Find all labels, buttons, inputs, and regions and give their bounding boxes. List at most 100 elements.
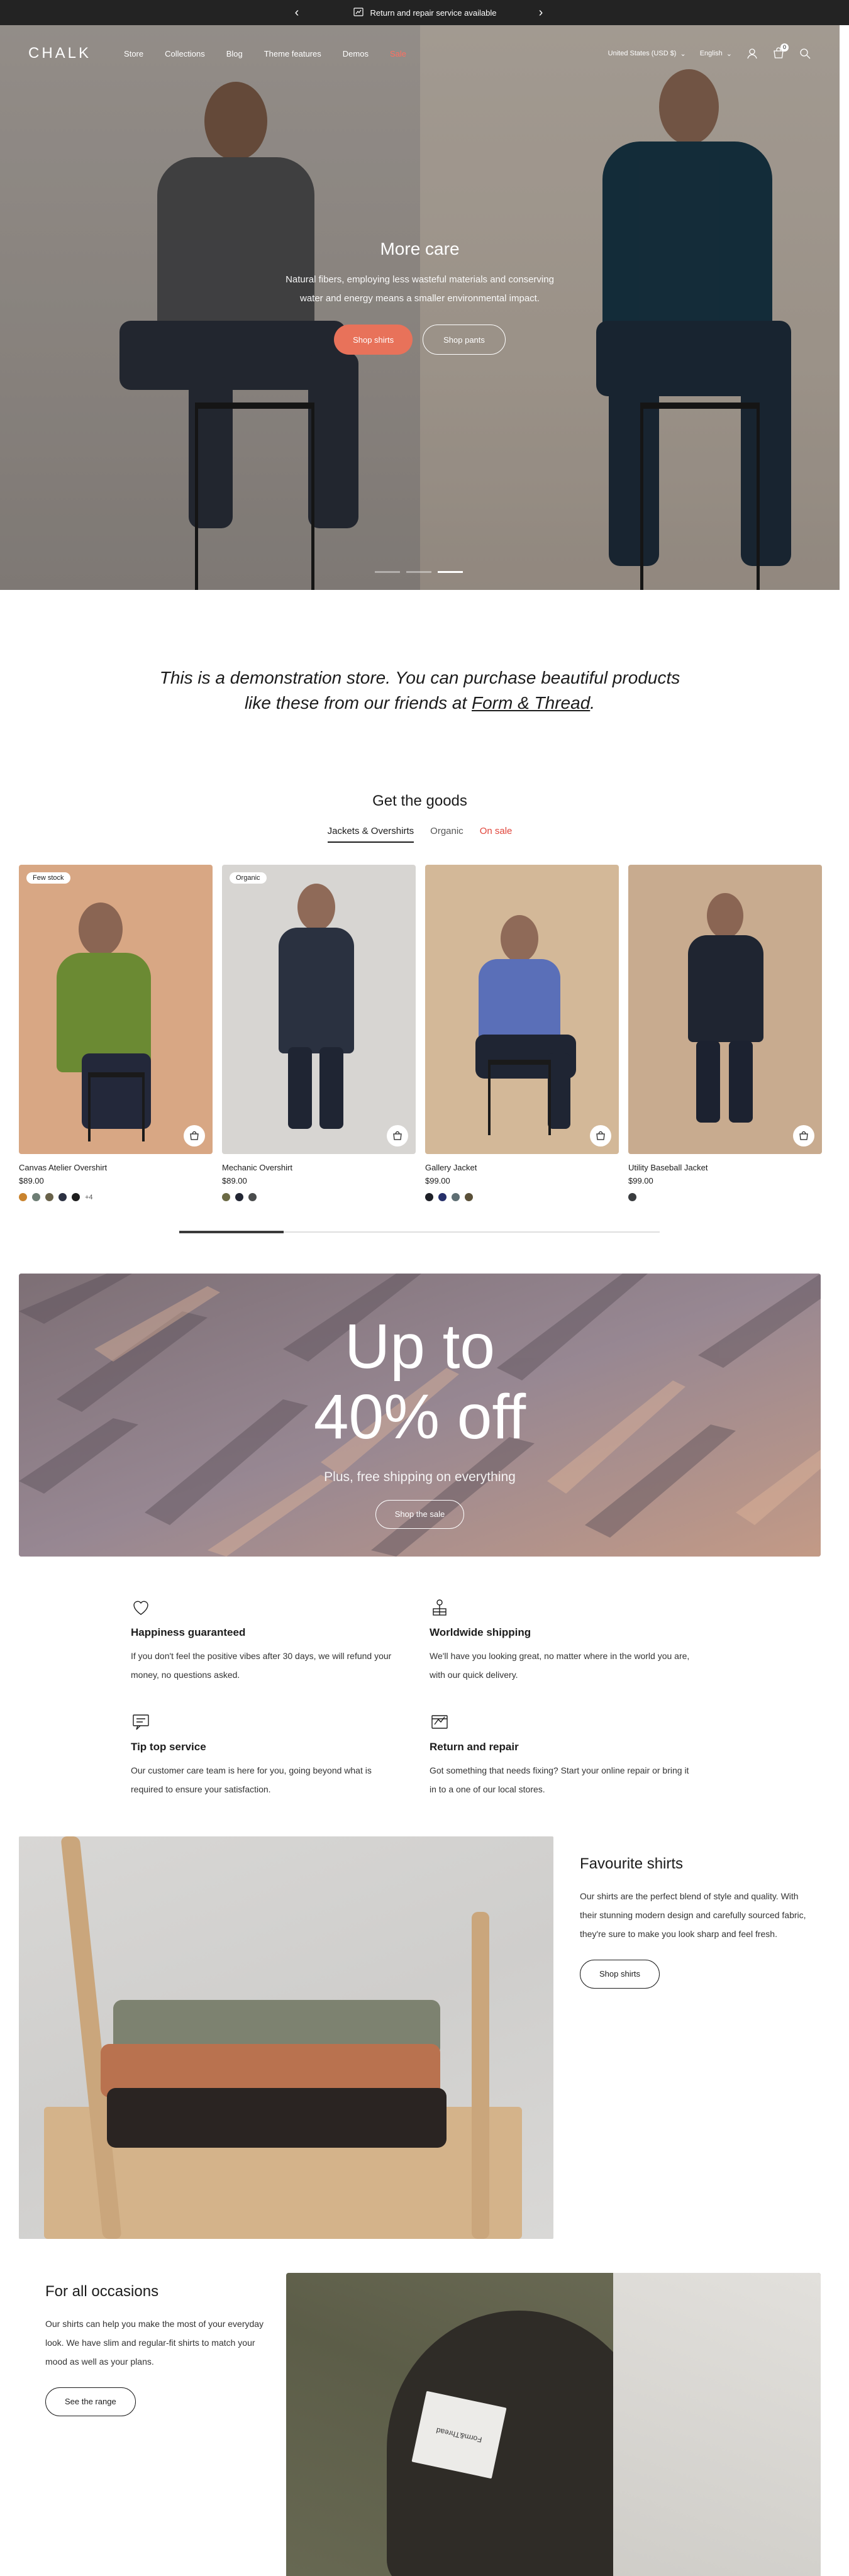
site-header: CHALK Store Collections Blog Theme featu… xyxy=(0,25,840,82)
tab-jackets-overshirts[interactable]: Jackets & Overshirts xyxy=(327,826,414,843)
nav-item-store[interactable]: Store xyxy=(124,49,143,58)
goods-tabs: Jackets & Overshirts Organic On sale xyxy=(0,826,840,843)
color-swatches xyxy=(222,1193,416,1201)
product-badge: Organic xyxy=(230,872,267,884)
announcement-content[interactable]: Return and repair service available xyxy=(353,6,497,19)
feature-title: Return and repair xyxy=(430,1741,519,1753)
hero-slideshow: More care Natural fibers, employing less… xyxy=(0,25,840,590)
hero-title: More care xyxy=(380,239,460,258)
garment-label-text: Form&Thread xyxy=(435,2425,483,2445)
cart-count: 0 xyxy=(780,43,789,52)
search-icon[interactable] xyxy=(799,47,811,60)
product-price: $89.00 xyxy=(19,1176,44,1185)
product-image[interactable] xyxy=(425,865,619,1154)
product-card[interactable]: Utility Baseball Jacket $99.00 xyxy=(628,865,822,1201)
product-price: $89.00 xyxy=(222,1176,247,1185)
color-swatch[interactable] xyxy=(72,1193,80,1201)
color-swatch[interactable] xyxy=(222,1193,230,1201)
demo-notice-text: This is a demonstration store. You can p… xyxy=(159,668,680,713)
occasions-title: For all occasions xyxy=(45,2283,159,2300)
color-swatch[interactable] xyxy=(425,1193,433,1201)
chevron-down-icon: ⌄ xyxy=(726,50,732,58)
language-label: English xyxy=(699,50,723,57)
hero-content: More care Natural fibers, employing less… xyxy=(277,239,563,355)
product-badge: Few stock xyxy=(26,872,70,884)
color-swatch[interactable] xyxy=(628,1193,636,1201)
promo-headline-line1: Up to xyxy=(344,1311,495,1382)
site-logo[interactable]: CHALK xyxy=(28,45,91,62)
slide-dot-1[interactable] xyxy=(375,571,400,573)
slide-dot-3[interactable] xyxy=(438,571,463,573)
repair-icon xyxy=(430,1712,450,1732)
carousel-scrollbar-thumb[interactable] xyxy=(179,1231,284,1233)
favourite-shop-shirts-button[interactable]: Shop shirts xyxy=(580,1960,660,1989)
quick-add-button[interactable] xyxy=(793,1125,814,1146)
feature-item: Happiness guaranteed If you don't feel t… xyxy=(131,1597,395,1684)
nav-item-theme-features[interactable]: Theme features xyxy=(264,49,321,58)
sale-promo-banner: Up to 40% off Plus, free shipping on eve… xyxy=(19,1274,821,1557)
nav-item-blog[interactable]: Blog xyxy=(226,49,243,58)
promo-headline-line2: 40% off xyxy=(313,1382,526,1452)
heart-icon xyxy=(131,1597,151,1618)
feature-text: We'll have you looking great, no matter … xyxy=(430,1651,690,1680)
shipping-icon xyxy=(430,1597,450,1618)
announcement-prev-button[interactable]: ‹ xyxy=(289,5,304,20)
shop-pants-button[interactable]: Shop pants xyxy=(423,325,506,355)
country-selector[interactable]: United States (USD $) ⌄ xyxy=(608,50,686,58)
chevron-down-icon: ⌄ xyxy=(680,50,686,58)
quick-add-button[interactable] xyxy=(184,1125,205,1146)
country-label: United States (USD $) xyxy=(608,50,677,57)
see-range-button[interactable]: See the range xyxy=(45,2387,136,2416)
more-colors-count[interactable]: +4 xyxy=(85,1194,93,1201)
language-selector[interactable]: English ⌄ xyxy=(700,50,732,58)
shop-shirts-button[interactable]: Shop shirts xyxy=(334,325,413,355)
bag-icon xyxy=(799,1131,808,1140)
product-name[interactable]: Gallery Jacket xyxy=(425,1163,619,1172)
bag-icon xyxy=(393,1131,402,1140)
product-name[interactable]: Canvas Atelier Overshirt xyxy=(19,1163,213,1172)
announcement-next-button[interactable]: › xyxy=(533,5,548,20)
tab-on-sale[interactable]: On sale xyxy=(480,826,513,843)
color-swatch[interactable] xyxy=(58,1193,67,1201)
occasions-copy: For all occasions Our shirts can help yo… xyxy=(45,2283,272,2416)
color-swatch[interactable] xyxy=(235,1193,243,1201)
cart-icon[interactable]: 0 xyxy=(772,43,789,60)
product-card[interactable]: Organic Mechanic Overshirt $89.00 xyxy=(222,865,416,1201)
color-swatch[interactable] xyxy=(32,1193,40,1201)
product-price: $99.00 xyxy=(425,1176,450,1185)
nav-item-sale[interactable]: Sale xyxy=(390,49,406,58)
promo-subtext: Plus, free shipping on everything xyxy=(324,1470,516,1484)
announcement-text: Return and repair service available xyxy=(370,8,497,18)
account-icon[interactable] xyxy=(746,47,758,60)
color-swatch[interactable] xyxy=(438,1193,447,1201)
color-swatches: +4 xyxy=(19,1193,213,1201)
product-name[interactable]: Mechanic Overshirt xyxy=(222,1163,416,1172)
product-image[interactable] xyxy=(628,865,822,1154)
feature-text: Our customer care team is here for you, … xyxy=(131,1765,372,1794)
feature-title: Worldwide shipping xyxy=(430,1626,531,1638)
nav-item-collections[interactable]: Collections xyxy=(165,49,205,58)
product-image[interactable]: Organic xyxy=(222,865,416,1154)
main-nav: Store Collections Blog Theme features De… xyxy=(124,49,406,58)
color-swatch[interactable] xyxy=(465,1193,473,1201)
product-card[interactable]: Few stock Canvas Atelier Overshirt $89.0… xyxy=(19,865,213,1201)
shop-sale-button[interactable]: Shop the sale xyxy=(375,1500,465,1529)
product-price: $99.00 xyxy=(628,1176,653,1185)
tab-organic[interactable]: Organic xyxy=(430,826,463,843)
product-card[interactable]: Gallery Jacket $99.00 xyxy=(425,865,619,1201)
quick-add-button[interactable] xyxy=(590,1125,611,1146)
carousel-scrollbar[interactable] xyxy=(179,1231,660,1233)
color-swatch[interactable] xyxy=(452,1193,460,1201)
color-swatch[interactable] xyxy=(248,1193,257,1201)
form-thread-link[interactable]: Form & Thread xyxy=(472,693,590,713)
quick-add-button[interactable] xyxy=(387,1125,408,1146)
product-name[interactable]: Utility Baseball Jacket xyxy=(628,1163,822,1172)
nav-item-demos[interactable]: Demos xyxy=(343,49,369,58)
color-swatch[interactable] xyxy=(19,1193,27,1201)
color-swatch[interactable] xyxy=(45,1193,53,1201)
product-carousel: Few stock Canvas Atelier Overshirt $89.0… xyxy=(19,865,822,1201)
repair-icon xyxy=(353,6,364,19)
slide-dot-2[interactable] xyxy=(406,571,431,573)
occasions-image: Form&Thread xyxy=(286,2273,821,2576)
product-image[interactable]: Few stock xyxy=(19,865,213,1154)
